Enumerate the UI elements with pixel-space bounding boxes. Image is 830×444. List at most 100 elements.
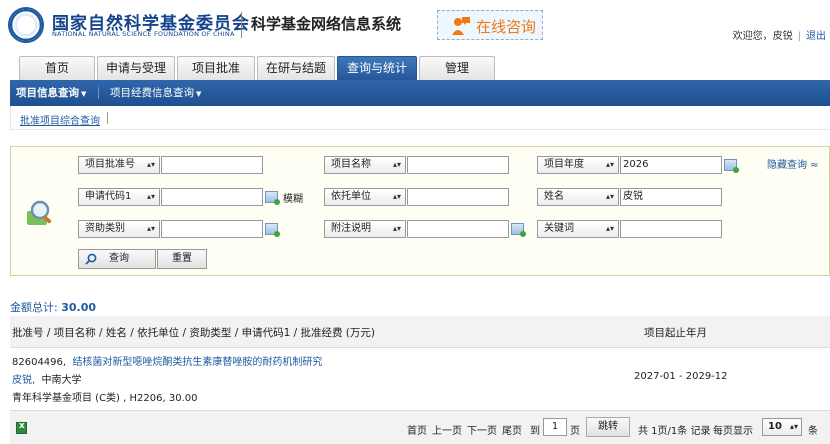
sub-nav: 批准项目综合查询 — [10, 106, 830, 130]
select-arrows-icon: ▴▾ — [605, 192, 614, 201]
amount-total: 金额总计: 30.00 — [10, 299, 96, 315]
tab-query-stats[interactable]: 查询与统计 — [337, 56, 417, 80]
page-header: 国家自然科学基金委员会 NATIONAL NATURAL SCIENCE FOU… — [0, 0, 830, 50]
field-select-name[interactable]: 姓名 ▴▾ — [537, 188, 619, 206]
notes-picker-icon[interactable] — [511, 223, 526, 237]
reset-button[interactable]: 重置 — [157, 249, 207, 269]
field-select-funding-type[interactable]: 资助类别 ▴▾ — [78, 220, 160, 238]
nav-project-funds-query[interactable]: 项目经费信息查询 ▼ — [110, 80, 201, 106]
subnav-approved-projects-query[interactable]: 批准项目综合查询 — [20, 112, 100, 127]
select-arrows-icon: ▴▾ — [392, 192, 401, 201]
select-label: 姓名 — [544, 191, 564, 202]
search-magnifier-icon — [27, 200, 52, 225]
project-number-input[interactable] — [161, 156, 263, 174]
pagination-bar: 首页 上一页 下一页 尾页 到 1 页 跳转 共 1页/1条 记录 每页显示 1… — [10, 410, 830, 444]
results-header: 批准号 / 项目名称 / 姓名 / 依托单位 / 资助类型 / 申请代码1 / … — [10, 316, 830, 348]
tab-ongoing[interactable]: 在研与结题 — [257, 56, 335, 80]
funding-type-input[interactable] — [161, 220, 263, 238]
select-label: 附注说明 — [331, 223, 371, 234]
name-input[interactable]: 皮锐 — [620, 188, 722, 206]
total-label: 金额总计: — [10, 301, 62, 314]
welcome-separator: | — [797, 31, 801, 42]
select-label: 资助类别 — [85, 223, 125, 234]
apply-code-input[interactable] — [161, 188, 263, 206]
pager-next[interactable]: 下一页 — [467, 422, 497, 437]
project-name-input[interactable] — [407, 156, 509, 174]
user-welcome: 欢迎您，皮锐 | 退出 — [733, 27, 826, 42]
calendar-icon[interactable] — [724, 159, 739, 173]
subnav-divider — [107, 112, 108, 124]
keyword-input[interactable] — [620, 220, 722, 238]
field-select-apply-code[interactable]: 申请代码1 ▴▾ — [78, 188, 160, 206]
field-select-institution[interactable]: 依托单位 ▴▾ — [324, 188, 406, 206]
fuzzy-label: 模糊 — [283, 194, 303, 205]
select-label: 依托单位 — [331, 191, 371, 202]
project-dates: 2027-01 - 2029-12 — [634, 371, 728, 382]
project-title-link[interactable]: 结核菌对新型噁唑烷酮类抗生素康替唑胺的耐药机制研究 — [72, 357, 322, 368]
tab-approval[interactable]: 项目批准 — [177, 56, 255, 80]
nav-divider — [98, 87, 99, 99]
category-picker-icon[interactable] — [265, 223, 280, 237]
results-header-main: 批准号 / 项目名称 / 姓名 / 依托单位 / 资助类型 / 申请代码1 / … — [12, 327, 375, 339]
select-arrows-icon: ▴▾ — [392, 224, 401, 233]
field-select-project-year[interactable]: 项目年度 ▴▾ — [537, 156, 619, 174]
total-value: 30.00 — [61, 301, 96, 314]
pager-first[interactable]: 首页 — [407, 422, 427, 437]
results-header-dates: 项目起止年月 — [644, 327, 707, 339]
select-arrows-icon: ▴▾ — [605, 160, 614, 169]
nav-item-label: 项目经费信息查询 — [110, 87, 194, 99]
select-label: 项目批准号 — [85, 159, 135, 170]
select-label: 项目年度 — [544, 159, 584, 170]
online-consult-button[interactable]: 在线咨询 — [437, 10, 543, 40]
select-arrows-icon: ▴▾ — [605, 224, 614, 233]
nav-project-info-query[interactable]: 项目信息查询 ▼ — [16, 80, 86, 106]
consult-label: 在线咨询 — [476, 18, 537, 36]
tab-manage[interactable]: 管理 — [419, 56, 495, 80]
pager-prev[interactable]: 上一页 — [432, 422, 462, 437]
tab-application[interactable]: 申请与受理 — [97, 56, 175, 80]
chevron-down-icon: ▼ — [81, 90, 87, 98]
per-page-label: 每页显示 — [713, 426, 753, 437]
query-button[interactable]: 查询 — [78, 249, 156, 269]
pager-goto-prefix: 到 — [530, 426, 540, 437]
excel-export-icon[interactable] — [16, 421, 27, 434]
select-label: 关键词 — [544, 223, 574, 234]
select-arrows-icon: ▴▾ — [146, 192, 155, 201]
nsfc-seal-logo — [8, 7, 44, 43]
institution-input[interactable] — [407, 188, 509, 206]
header-divider — [241, 12, 242, 38]
search-panel: 项目批准号 ▴▾ 项目名称 ▴▾ 项目年度 ▴▾ 2026 隐藏查询 ≈ 申请代码1 ▴… — [10, 146, 830, 276]
code-picker-icon[interactable] — [265, 191, 280, 205]
institution: 中南大学 — [41, 375, 82, 386]
select-arrows-icon: ▴▾ — [789, 422, 798, 431]
per-page-suffix: 条 — [808, 426, 818, 437]
logout-link[interactable]: 退出 — [806, 31, 826, 42]
person-link[interactable]: 皮锐, — [12, 375, 35, 386]
select-label: 项目名称 — [331, 159, 371, 170]
field-select-project-name[interactable]: 项目名称 ▴▾ — [324, 156, 406, 174]
field-select-project-number[interactable]: 项目批准号 ▴▾ — [78, 156, 160, 174]
pager-goto-suffix: 页 — [570, 426, 580, 437]
select-arrows-icon: ▴▾ — [146, 224, 155, 233]
result-row-line3: 青年科学基金项目 (C类) , H2206, 30.00 — [12, 393, 198, 404]
notes-input[interactable] — [407, 220, 509, 238]
project-id: 82604496, — [12, 357, 67, 368]
nav-item-label: 项目信息查询 — [16, 87, 79, 99]
search-icon — [85, 253, 97, 265]
field-select-keyword[interactable]: 关键词 ▴▾ — [537, 220, 619, 238]
pager-last[interactable]: 尾页 — [502, 422, 522, 437]
secondary-nav: 项目信息查询 ▼ 项目经费信息查询 ▼ — [10, 80, 830, 106]
tab-home[interactable]: 首页 — [19, 56, 95, 80]
field-select-notes[interactable]: 附注说明 ▴▾ — [324, 220, 406, 238]
hide-query-link[interactable]: 隐藏查询 ≈ — [767, 156, 819, 171]
project-year-input[interactable]: 2026 — [620, 156, 722, 174]
page-number-input[interactable]: 1 — [543, 418, 567, 436]
query-button-label: 查询 — [109, 253, 129, 264]
main-tabs: 首页 申请与受理 项目批准 在研与结题 查询与统计 管理 — [0, 56, 830, 80]
per-page-select[interactable]: 10 ▴▾ — [762, 418, 802, 436]
per-page-value: 10 — [768, 421, 782, 432]
chevron-down-icon: ▼ — [196, 90, 202, 98]
jump-button[interactable]: 跳转 — [586, 417, 630, 437]
pager-summary: 共 1页/1条 记录 — [638, 426, 711, 437]
result-row-line2: 皮锐, 中南大学 — [12, 371, 82, 386]
